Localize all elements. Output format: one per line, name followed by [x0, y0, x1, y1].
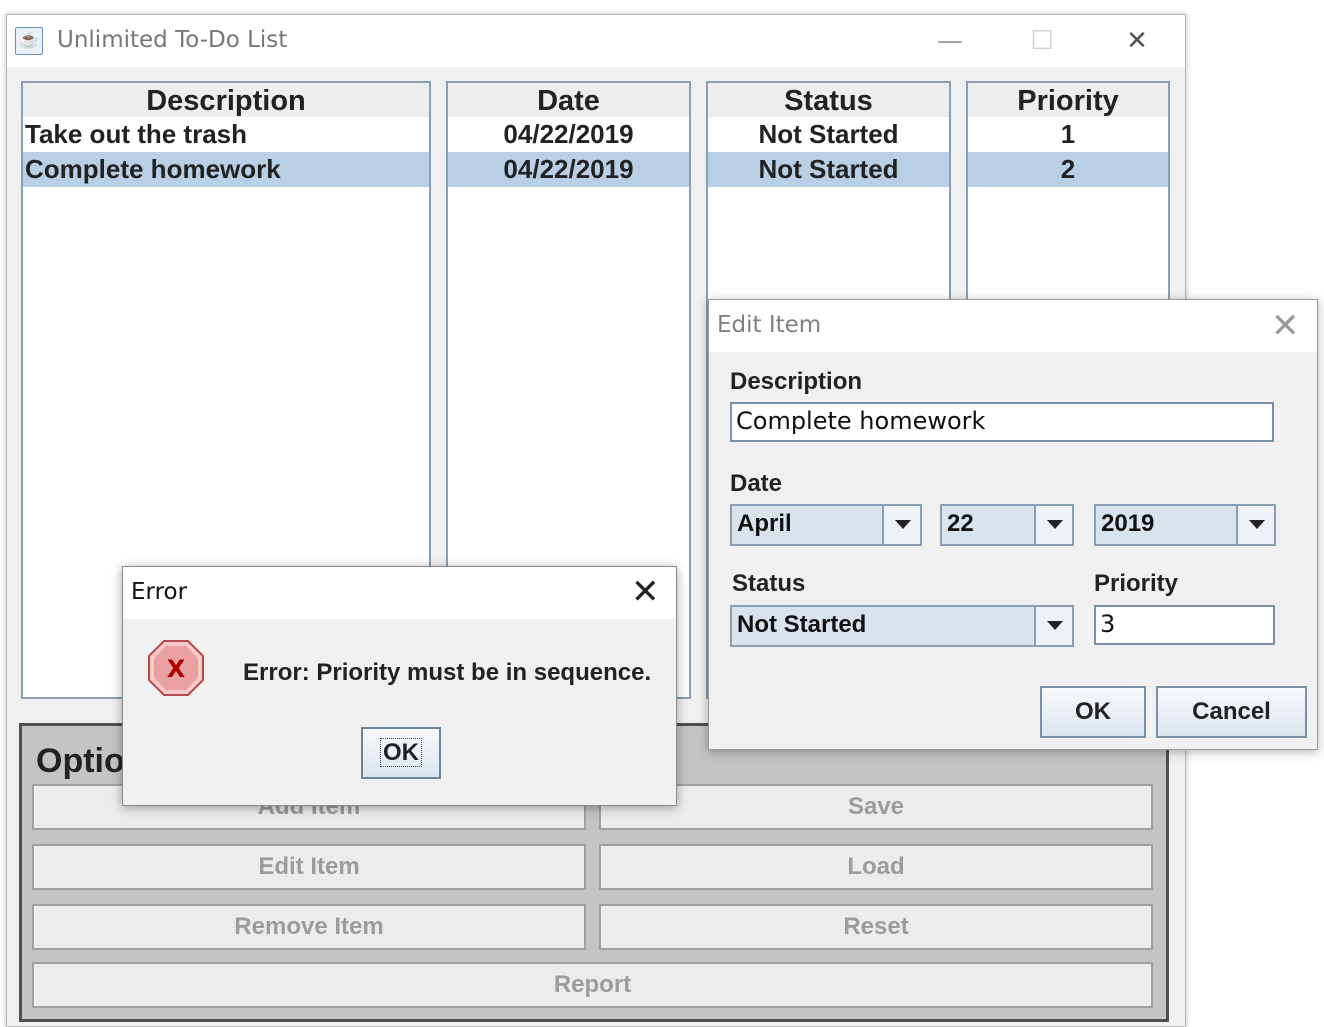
minimize-icon[interactable]: — [925, 23, 975, 59]
description-header: Description [23, 83, 429, 117]
error-message: Error: Priority must be in sequence. [243, 659, 652, 686]
error-icon-glyph: X [167, 655, 186, 683]
list-item[interactable]: 1 [968, 117, 1168, 152]
error-dialog-titlebar[interactable]: Error ✕ [123, 567, 676, 619]
remove-item-button[interactable]: Remove Item [32, 904, 586, 950]
list-item-selected[interactable]: 04/22/2019 [448, 152, 689, 187]
chevron-down-icon[interactable] [1236, 506, 1274, 544]
window-title: Unlimited To-Do List [57, 27, 288, 53]
close-icon[interactable]: ✕ [1112, 23, 1162, 59]
list-item[interactable]: Take out the trash [23, 117, 429, 152]
date-header: Date [448, 83, 689, 117]
edit-dialog-titlebar[interactable]: Edit Item ✕ [709, 300, 1317, 352]
close-icon[interactable]: ✕ [631, 572, 660, 612]
error-ok-label: OK [380, 738, 422, 767]
status-header: Status [708, 83, 949, 117]
date-label: Date [730, 470, 783, 497]
status-dropdown[interactable]: Not Started [730, 605, 1074, 647]
priority-header: Priority [968, 83, 1168, 117]
priority-field[interactable]: 3 [1094, 605, 1275, 645]
main-titlebar[interactable]: ☕ Unlimited To-Do List — ☐ ✕ [7, 15, 1185, 67]
chevron-down-icon[interactable] [1034, 506, 1072, 544]
year-value: 2019 [1101, 510, 1155, 537]
list-item[interactable]: 04/22/2019 [448, 117, 689, 152]
description-label: Description [730, 368, 863, 395]
month-value: April [737, 510, 792, 537]
chevron-down-icon[interactable] [882, 506, 920, 544]
edit-item-dialog: Edit Item ✕ Description Complete homewor… [708, 299, 1318, 750]
priority-label: Priority [1094, 570, 1179, 597]
error-icon: X [148, 640, 204, 696]
close-icon[interactable]: ✕ [1271, 306, 1300, 346]
error-dialog: Error ✕ X Error: Priority must be in seq… [122, 566, 677, 806]
status-value: Not Started [737, 611, 867, 638]
day-dropdown[interactable]: 22 [940, 504, 1074, 546]
maximize-icon[interactable]: ☐ [1017, 23, 1067, 59]
cancel-button[interactable]: Cancel [1156, 686, 1307, 738]
list-item-selected[interactable]: 2 [968, 152, 1168, 187]
load-button[interactable]: Load [599, 844, 1153, 890]
list-item-selected[interactable]: Not Started [708, 152, 949, 187]
month-dropdown[interactable]: April [730, 504, 922, 546]
reset-button[interactable]: Reset [599, 904, 1153, 950]
save-button[interactable]: Save [599, 784, 1153, 830]
ok-button[interactable]: OK [1040, 686, 1146, 738]
java-app-icon: ☕ [15, 27, 43, 55]
year-dropdown[interactable]: 2019 [1094, 504, 1276, 546]
report-button[interactable]: Report [32, 962, 1153, 1008]
list-item-selected[interactable]: Complete homework [23, 152, 429, 187]
error-ok-button[interactable]: OK [361, 727, 441, 779]
edit-item-button[interactable]: Edit Item [32, 844, 586, 890]
error-dialog-title: Error [131, 579, 188, 605]
list-item[interactable]: Not Started [708, 117, 949, 152]
day-value: 22 [947, 510, 974, 537]
chevron-down-icon[interactable] [1034, 607, 1072, 645]
status-label: Status [732, 570, 806, 597]
edit-dialog-title: Edit Item [717, 312, 822, 338]
description-field[interactable]: Complete homework [730, 402, 1274, 442]
